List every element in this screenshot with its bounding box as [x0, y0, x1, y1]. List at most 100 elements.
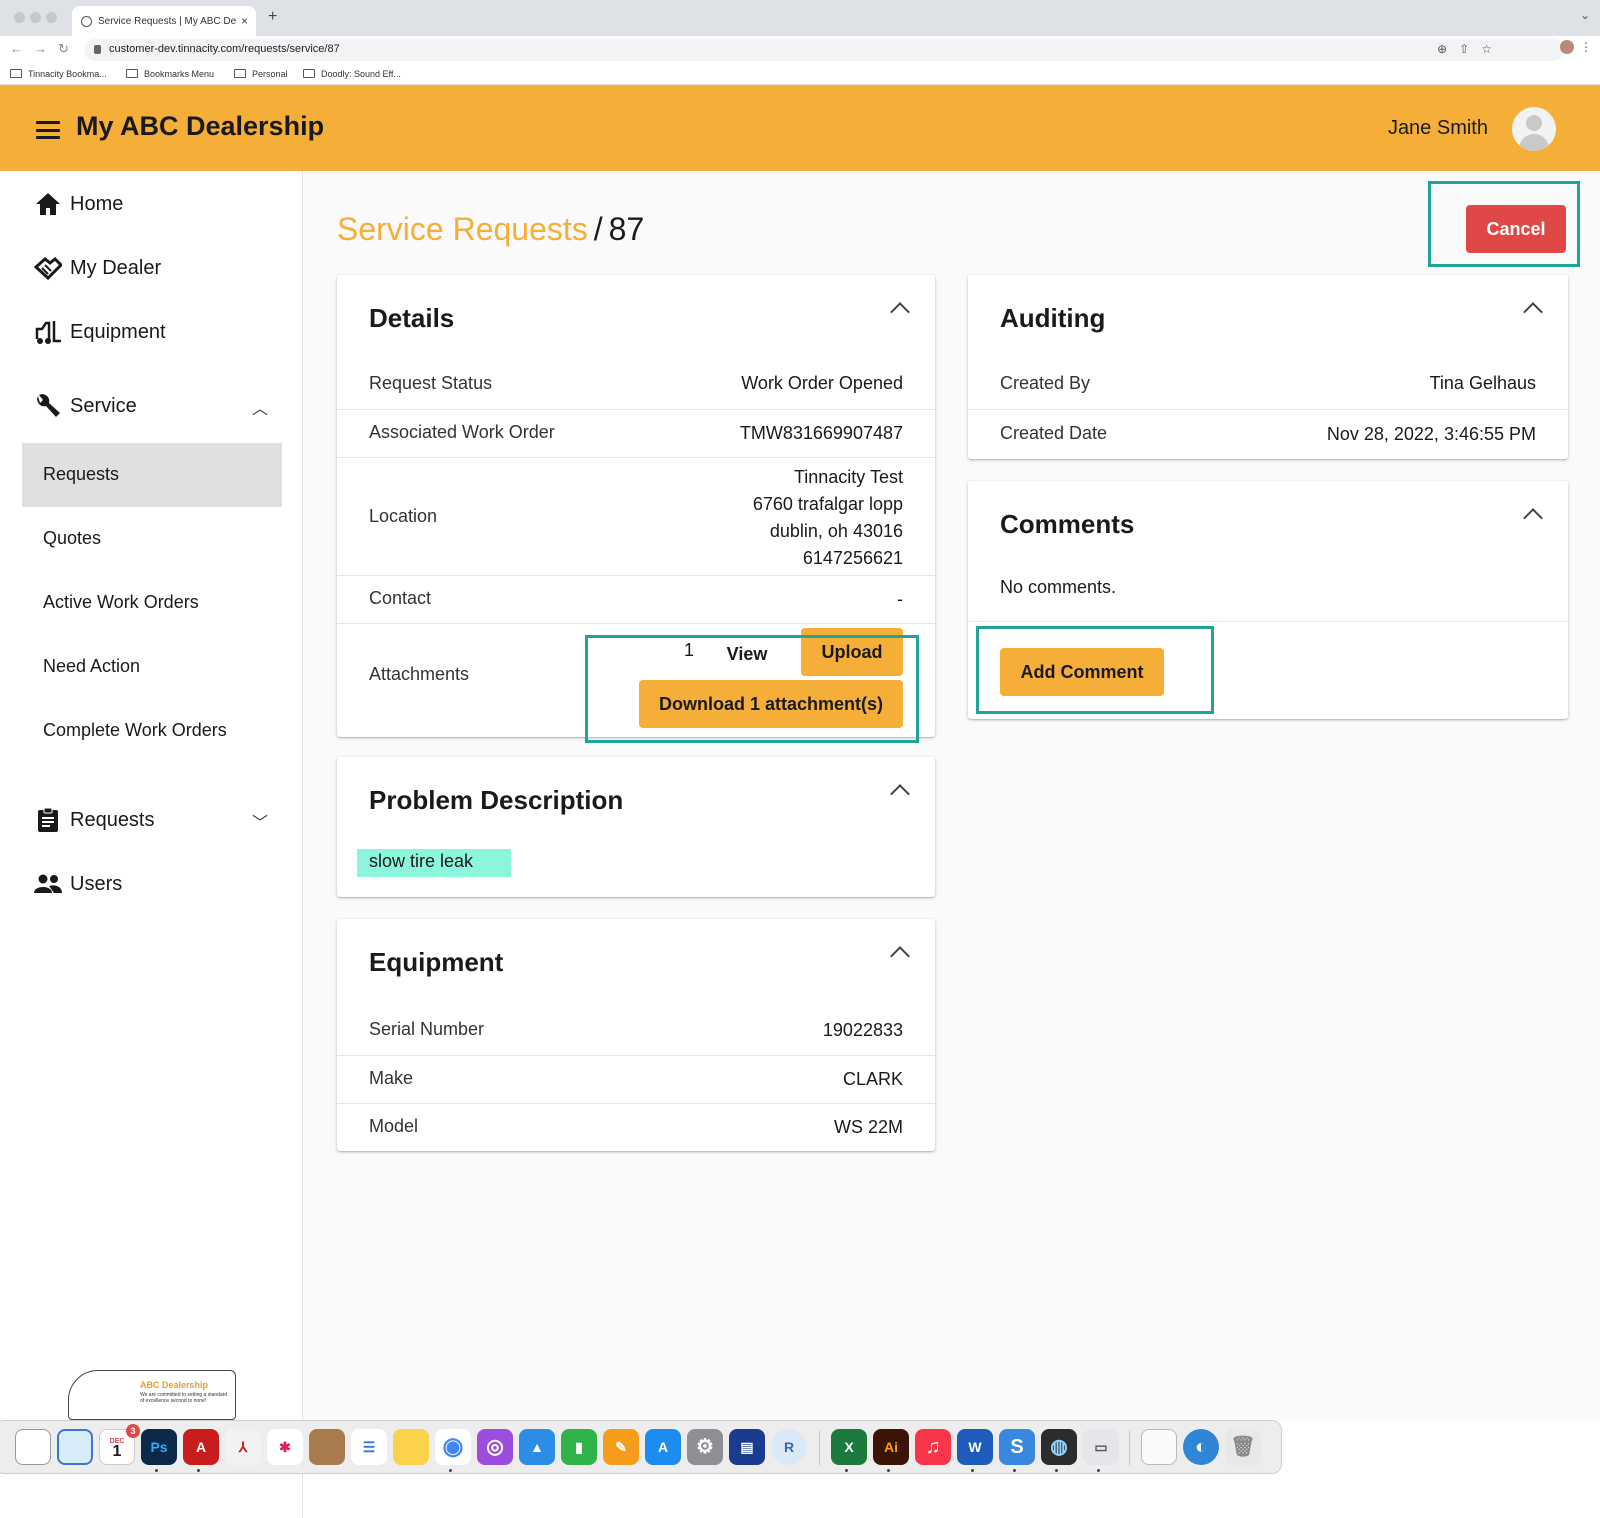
rs-app-icon[interactable]: R [771, 1429, 807, 1465]
chevron-up-icon[interactable] [1523, 302, 1543, 322]
scanner-icon[interactable]: ▤ [729, 1429, 765, 1465]
highlight-box-attachments [585, 635, 919, 743]
sidebar-item-equipment[interactable]: Equipment [34, 313, 284, 353]
podcasts-icon[interactable]: ◎ [477, 1429, 513, 1465]
acrobat-icon[interactable]: A [183, 1429, 219, 1465]
breadcrumb-link-service-requests[interactable]: Service Requests [337, 211, 588, 247]
trash-icon[interactable]: 🗑 [1225, 1429, 1261, 1465]
activity-monitor-icon[interactable] [15, 1429, 51, 1465]
users-icon [34, 874, 62, 893]
window-zoom-button[interactable] [46, 12, 57, 23]
dock-running-dot [197, 1469, 200, 1472]
equipment-row-make: Make CLARK [337, 1055, 935, 1103]
sidebar-item-requests[interactable]: Requests ﹀ [34, 801, 284, 841]
slack-icon[interactable]: ✱ [267, 1429, 303, 1465]
photoshop-icon[interactable]: Ps [141, 1429, 177, 1465]
close-tab-icon[interactable]: × [241, 14, 248, 28]
comments-title: Comments [1000, 509, 1135, 539]
dock-running-dot [155, 1469, 158, 1472]
dock-running-dot [887, 1469, 890, 1472]
equipment-title: Equipment [369, 947, 504, 977]
handshake-icon [34, 256, 62, 281]
documents-folder-icon[interactable] [1141, 1429, 1177, 1465]
browser-tab[interactable]: Service Requests | My ABC De × [72, 6, 256, 36]
numbers-icon[interactable]: ▮ [561, 1429, 597, 1465]
wrench-icon [37, 394, 60, 417]
music-icon[interactable]: ♫ [915, 1429, 951, 1465]
chrome-icon[interactable]: ◉ [435, 1429, 471, 1465]
breadcrumb: Service Requests/87 [337, 211, 644, 248]
bookmark-item[interactable]: Doodly: Sound Eff... [303, 69, 401, 79]
lock-icon [94, 45, 101, 54]
tab-search-chevron-icon[interactable]: ⌄ [1580, 8, 1590, 22]
sidebar-subitem-active-work-orders[interactable]: Active Work Orders [22, 571, 282, 635]
bookmark-item[interactable]: Tinnacity Bookma... [10, 69, 107, 79]
chevron-up-icon[interactable] [1523, 508, 1543, 528]
quicktime-icon[interactable]: ◍ [1041, 1429, 1077, 1465]
bookmarks-bar: Tinnacity Bookma... Bookmarks Menu Perso… [0, 64, 1600, 85]
contacts-icon[interactable] [309, 1429, 345, 1465]
chevron-up-icon[interactable] [890, 946, 910, 966]
dock-running-dot [971, 1469, 974, 1472]
omnibox-actions-icon[interactable]: ⊕⇧☆ [1437, 42, 1504, 56]
chevron-up-icon[interactable]: ︿ [252, 395, 268, 419]
sidebar-item-service[interactable]: Service ︿ [34, 387, 284, 427]
new-tab-icon[interactable]: + [268, 8, 277, 26]
bookmark-item[interactable]: Personal [234, 69, 288, 79]
address-bar[interactable]: customer-dev.tinnacity.com/requests/serv… [84, 39, 1564, 61]
calendar-icon[interactable]: DEC 1 3 [99, 1424, 140, 1465]
sidebar-item-home[interactable]: Home [34, 185, 284, 225]
acrobat-reader-icon[interactable]: ⅄ [225, 1429, 261, 1465]
sidebar-item-users[interactable]: Users [34, 865, 284, 905]
keynote-icon[interactable]: ▲ [519, 1429, 555, 1465]
window-minimize-button[interactable] [30, 12, 41, 23]
chevron-up-icon[interactable] [890, 784, 910, 804]
no-comments-text: No comments. [1000, 577, 1117, 597]
preview-icon[interactable]: ▭ [1083, 1429, 1119, 1465]
system-settings-icon[interactable]: ⚙ [687, 1429, 723, 1465]
illustrator-icon[interactable]: Ai [873, 1429, 909, 1465]
notes-icon[interactable] [393, 1429, 429, 1465]
forward-arrow-icon[interactable]: → [34, 41, 47, 56]
brand-title: My ABC Dealership [76, 111, 325, 141]
reminders-icon[interactable]: ☰ [351, 1429, 387, 1465]
menu-kebab-icon[interactable]: ⋮ [1580, 40, 1592, 54]
window-close-button[interactable] [14, 12, 25, 23]
dock-separator [819, 1431, 820, 1465]
problem-description-title: Problem Description [369, 785, 624, 815]
reload-icon[interactable]: ↻ [58, 41, 69, 57]
audit-row-created-by: Created By Tina Gelhaus [1000, 373, 1536, 393]
chevron-down-icon[interactable]: ﹀ [252, 809, 268, 833]
problem-description-text: slow tire leak [369, 851, 474, 871]
globe-icon [81, 16, 92, 27]
chevron-up-icon[interactable] [890, 302, 910, 322]
browser-tab-bar: Service Requests | My ABC De × + ⌄ [0, 0, 1600, 36]
user-avatar[interactable] [1512, 107, 1556, 151]
app-store-icon[interactable]: A [645, 1429, 681, 1465]
sidebar-subitem-complete-work-orders[interactable]: Complete Work Orders [22, 699, 282, 763]
globe-icon[interactable]: ◐ [1183, 1429, 1219, 1465]
sidebar-subitem-need-action[interactable]: Need Action [22, 635, 282, 699]
excel-icon[interactable]: X [831, 1429, 867, 1465]
word-icon[interactable]: W [957, 1429, 993, 1465]
user-name[interactable]: Jane Smith [1388, 117, 1488, 140]
cancel-button[interactable]: Cancel [1466, 205, 1566, 253]
clipboard-icon [38, 807, 58, 832]
sidebar-subitem-quotes[interactable]: Quotes [22, 507, 282, 571]
sidebar-subitem-requests[interactable]: Requests [22, 443, 282, 507]
forklift-icon [35, 321, 61, 344]
back-arrow-icon[interactable]: ← [10, 41, 23, 56]
sidebar-item-my-dealer[interactable]: My Dealer [34, 249, 284, 289]
bookmark-item[interactable]: Bookmarks Menu [126, 69, 214, 79]
screenshot-app-icon[interactable] [57, 1429, 93, 1465]
pages-icon[interactable]: ✎ [603, 1429, 639, 1465]
folder-icon [234, 69, 246, 78]
detail-row-request-status: Request Status Work Order Opened [369, 373, 903, 393]
s-app-icon[interactable]: S [999, 1429, 1035, 1465]
profile-avatar[interactable] [1560, 40, 1574, 54]
home-icon [36, 193, 60, 215]
equipment-row-serial: Serial Number 19022833 [369, 1019, 903, 1040]
menu-icon[interactable] [36, 121, 60, 139]
dock-running-dot [1055, 1469, 1058, 1472]
dealership-logo: ABC Dealership We are committed to setti… [68, 1370, 236, 1420]
